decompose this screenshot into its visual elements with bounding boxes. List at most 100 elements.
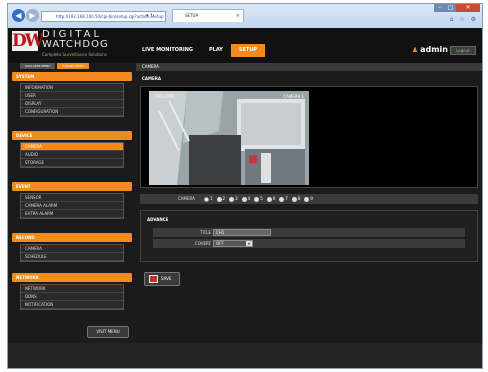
radio-icon (266, 196, 272, 202)
sidebar-item-display[interactable]: DISPLAY (21, 100, 123, 108)
covert-row: COVERT OFF ▾ (153, 239, 465, 248)
camera-video-feed[interactable]: CH1-CAM1 CAMERA 1 (149, 91, 309, 185)
group-header-system[interactable]: SYSTEM (12, 72, 132, 81)
logout-button[interactable]: Logout (450, 46, 476, 55)
browser-chrome: ◀ ▶ http://192.168.100.50/cgi-bin/setup.… (8, 4, 482, 28)
camera-radio-2[interactable]: 2 (216, 194, 225, 204)
tab-live-monitoring[interactable]: LIVE MONITORING (134, 44, 201, 57)
maximize-button[interactable]: □ (445, 4, 456, 12)
group-body-record: CAMERA SCHEDULE (20, 244, 124, 262)
breadcrumb: CAMERA (136, 63, 482, 71)
tab-play[interactable]: PLAY (201, 44, 231, 57)
sidebar-item-configuration[interactable]: CONFIGURATION (21, 108, 123, 116)
title-input[interactable]: CH1 (213, 229, 271, 236)
radio-icon (216, 196, 222, 202)
sidebar-item-camera-alarm[interactable]: CAMERA ALARM (21, 202, 123, 210)
camera-selector-label: CAMERA (178, 196, 195, 201)
camera-selector: CAMERA 1 2 3 4 5 6 7 8 9 (140, 194, 478, 204)
camera-radio-6[interactable]: 6 (266, 194, 275, 204)
camera-scene-image (149, 91, 309, 185)
group-header-network[interactable]: NETWORK (12, 273, 132, 282)
footer (8, 343, 482, 368)
group-body-system: INFORMATION USER DISPLAY CONFIGURATION (20, 83, 124, 117)
camera-radio-3[interactable]: 3 (229, 194, 238, 204)
visit-menu-button[interactable]: VISIT MENU (87, 326, 129, 338)
camera-radio-group: 1 2 3 4 5 6 7 8 9 (204, 194, 313, 204)
sidebar-item-device-camera[interactable]: CAMERA (21, 143, 123, 151)
logo-tagline: Complete Surveillance Solutions (42, 52, 107, 57)
back-arrow-icon: ◀ (15, 11, 22, 20)
camera-radio-8[interactable]: 8 (291, 194, 300, 204)
sidebar-item-extra-alarm[interactable]: EXTRA ALARM (21, 210, 123, 218)
video-camera-label: CAMERA 1 (283, 94, 304, 99)
top-navigation: LIVE MONITORING PLAY SETUP (134, 44, 266, 57)
collapse-menu-button[interactable]: COLLAPSE MENU (20, 63, 56, 69)
forward-arrow-icon: ▶ (29, 11, 36, 20)
group-header-event[interactable]: EVENT (12, 182, 132, 191)
sidebar-item-user[interactable]: USER (21, 92, 123, 100)
radio-icon (254, 196, 260, 202)
radio-icon (241, 196, 247, 202)
sidebar-item-notification[interactable]: NOTIFICATION (21, 301, 123, 309)
camera-radio-4[interactable]: 4 (241, 194, 250, 204)
sidebar-group-device: DEVICE CAMERA AUDIO STORAGE (12, 131, 132, 168)
tab-title: SETUP (185, 13, 198, 18)
group-body-device: CAMERA AUDIO STORAGE (20, 142, 124, 168)
sidebar-item-audio[interactable]: AUDIO (21, 151, 123, 159)
browser-window: ◀ ▶ http://192.168.100.50/cgi-bin/setup.… (7, 3, 483, 369)
sidebar-group-network: NETWORK NETWORK DDNS NOTIFICATION (12, 273, 132, 310)
sidebar-group-event: EVENT SENSOR CAMERA ALARM EXTRA ALARM (12, 182, 132, 219)
camera-panel: CH1-CAM1 CAMERA 1 (140, 86, 478, 188)
title-row: TITLE CH1 (153, 228, 465, 237)
radio-icon (304, 196, 310, 202)
tab-setup[interactable]: SETUP (230, 44, 266, 57)
browser-tab[interactable]: SETUP × (172, 9, 244, 22)
address-bar-controls[interactable]: ▾ ↻ (146, 11, 154, 22)
sidebar-item-storage[interactable]: STORAGE (21, 159, 123, 167)
minimize-button[interactable]: – (434, 4, 445, 12)
save-label: SAVE (161, 276, 172, 281)
camera-radio-5[interactable]: 5 (254, 194, 263, 204)
menu-toggles: COLLAPSE MENU EXPAND MENU (20, 63, 90, 69)
sidebar-item-ddns[interactable]: DDNS (21, 293, 123, 301)
group-header-device[interactable]: DEVICE (12, 131, 132, 140)
save-icon (149, 275, 158, 283)
camera-radio-1[interactable]: 1 (204, 194, 213, 204)
sidebar-item-sensor[interactable]: SENSOR (21, 194, 123, 202)
browser-toolbar-icons[interactable]: ⌂ ☆ ⚙ (450, 16, 478, 23)
save-button[interactable]: SAVE (144, 272, 180, 286)
forward-button[interactable]: ▶ (26, 9, 39, 22)
camera-radio-9[interactable]: 9 (304, 194, 313, 204)
section-title: CAMERA (142, 76, 161, 81)
logo-mark: DW (12, 31, 44, 51)
back-button[interactable]: ◀ (12, 9, 25, 22)
radio-icon (229, 196, 235, 202)
sidebar-item-network[interactable]: NETWORK (21, 285, 123, 293)
logo-line2: WATCHDOG (42, 39, 109, 50)
logo: DW DIGITAL WATCHDOG Complete Surveillanc… (12, 30, 130, 62)
covert-label: COVERT (194, 241, 211, 246)
main-content: CAMERA CAMERA CH1-CAM1 CAMERA 1 CAMERA 1… (136, 63, 482, 343)
expand-menu-button[interactable]: EXPAND MENU (57, 63, 90, 69)
sidebar-item-record-camera[interactable]: CAMERA (21, 245, 123, 253)
user-icon: ♟ (411, 46, 419, 54)
close-window-button[interactable]: ✕ (456, 4, 480, 12)
radio-icon (291, 196, 297, 202)
group-body-network: NETWORK DDNS NOTIFICATION (20, 284, 124, 310)
group-header-record[interactable]: RECORD (12, 233, 132, 242)
sidebar-item-schedule[interactable]: SCHEDULE (21, 253, 123, 261)
group-body-event: SENSOR CAMERA ALARM EXTRA ALARM (20, 193, 124, 219)
radio-selected-icon (204, 196, 209, 202)
advanced-title: ADVANCE (147, 217, 169, 222)
title-label: TITLE (200, 230, 211, 235)
covert-select[interactable]: OFF ▾ (213, 240, 253, 247)
sidebar-item-information[interactable]: INFORMATION (21, 84, 123, 92)
close-tab-icon[interactable]: × (236, 10, 240, 22)
sidebar-group-system: SYSTEM INFORMATION USER DISPLAY CONFIGUR… (12, 72, 132, 117)
advanced-panel: ADVANCE TITLE CH1 COVERT OFF ▾ (140, 210, 478, 262)
covert-value: OFF (216, 241, 224, 246)
camera-radio-7[interactable]: 7 (279, 194, 288, 204)
username: admin (420, 45, 448, 54)
sidebar: COLLAPSE MENU EXPAND MENU SYSTEM INFORMA… (12, 63, 132, 343)
user-display: ♟ admin (412, 45, 448, 55)
